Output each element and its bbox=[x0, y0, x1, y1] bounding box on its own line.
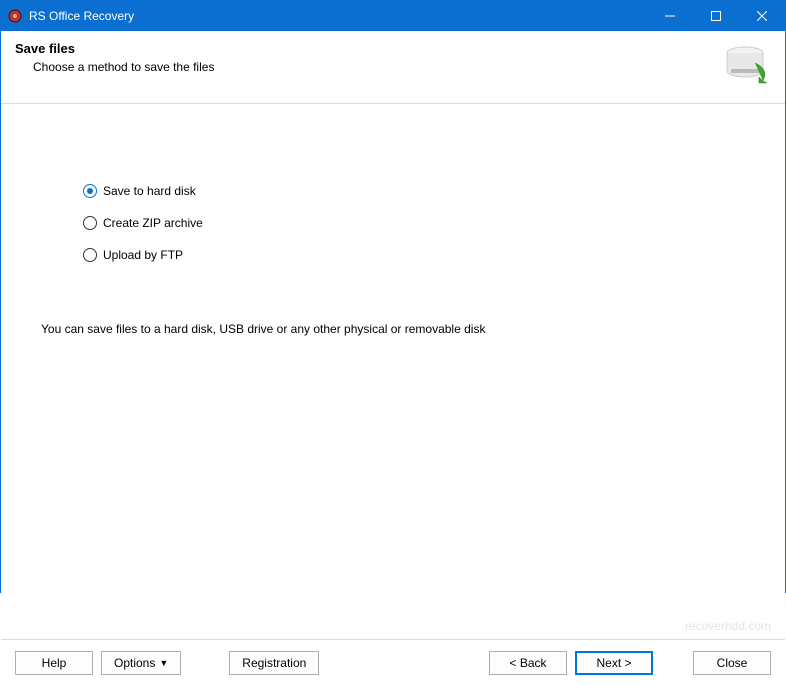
button-label: Close bbox=[717, 656, 748, 670]
help-button[interactable]: Help bbox=[15, 651, 93, 675]
page-subtitle: Choose a method to save the files bbox=[33, 60, 723, 74]
button-label: Next > bbox=[596, 656, 631, 670]
window-title: RS Office Recovery bbox=[29, 9, 134, 23]
radio-label: Upload by FTP bbox=[103, 248, 183, 262]
button-label: Registration bbox=[242, 656, 306, 670]
button-label: Options bbox=[114, 656, 155, 670]
maximize-button[interactable] bbox=[693, 1, 739, 31]
radio-ftp-upload[interactable]: Upload by FTP bbox=[83, 248, 765, 262]
page-title: Save files bbox=[15, 41, 723, 56]
chevron-down-icon: ▼ bbox=[159, 658, 168, 668]
hard-drive-icon bbox=[723, 41, 771, 89]
titlebar: RS Office Recovery bbox=[1, 1, 785, 31]
app-icon bbox=[7, 8, 23, 24]
method-description: You can save files to a hard disk, USB d… bbox=[41, 322, 765, 336]
registration-button[interactable]: Registration bbox=[229, 651, 319, 675]
next-button[interactable]: Next > bbox=[575, 651, 653, 675]
radio-label: Save to hard disk bbox=[103, 184, 196, 198]
radio-indicator bbox=[83, 248, 97, 262]
minimize-button[interactable] bbox=[647, 1, 693, 31]
radio-label: Create ZIP archive bbox=[103, 216, 203, 230]
radio-hard-disk[interactable]: Save to hard disk bbox=[83, 184, 765, 198]
radio-indicator bbox=[83, 184, 97, 198]
watermark: recoverhdd.com bbox=[685, 619, 771, 633]
wizard-header: Save files Choose a method to save the f… bbox=[1, 31, 785, 104]
wizard-footer: Help Options ▼ Registration < Back Next … bbox=[1, 639, 785, 685]
options-button[interactable]: Options ▼ bbox=[101, 651, 181, 675]
radio-zip-archive[interactable]: Create ZIP archive bbox=[83, 216, 765, 230]
button-label: Help bbox=[42, 656, 67, 670]
wizard-content: Save to hard disk Create ZIP archive Upl… bbox=[1, 184, 785, 639]
save-method-options: Save to hard disk Create ZIP archive Upl… bbox=[83, 184, 765, 262]
close-button[interactable]: Close bbox=[693, 651, 771, 675]
button-label: < Back bbox=[509, 656, 546, 670]
radio-indicator bbox=[83, 216, 97, 230]
back-button[interactable]: < Back bbox=[489, 651, 567, 675]
close-window-button[interactable] bbox=[739, 1, 785, 31]
